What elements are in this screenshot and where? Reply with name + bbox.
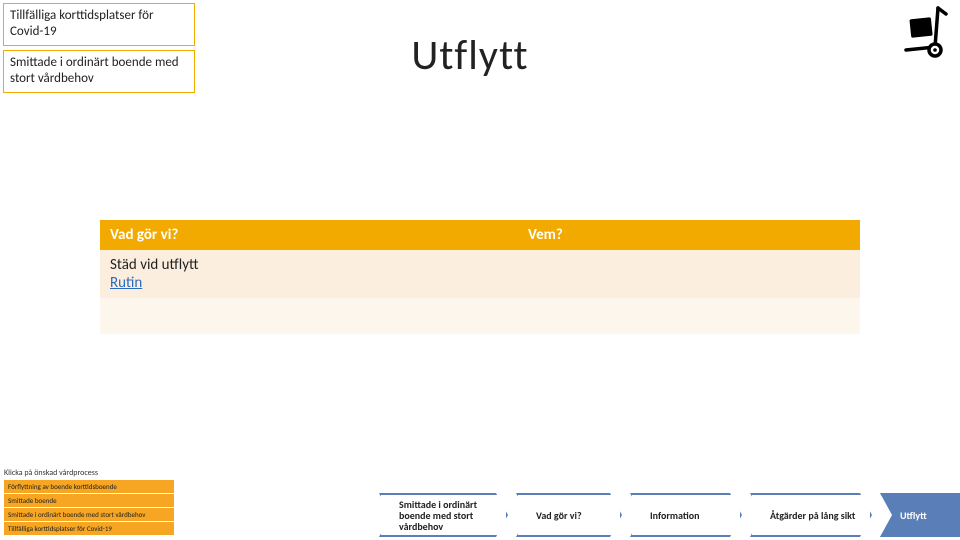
table-row: Städ vid utflytt Rutin	[100, 250, 860, 298]
table-cell-what: Städ vid utflytt Rutin	[100, 250, 518, 298]
legend-item[interactable]: Tillfälliga korttidsplatser för Covid-19	[4, 522, 174, 535]
legend-item[interactable]: Förflyttning av boende korttidsboende	[4, 480, 174, 493]
topbox-covid-shortstay: Tillfälliga korttidsplatser för Covid-19	[3, 3, 195, 46]
table-header-what: Vad gör vi?	[100, 220, 518, 250]
table-header-who: Vem?	[518, 220, 860, 250]
process-legend: Klicka på önskad vårdprocess Förflyttnin…	[4, 468, 174, 536]
page-title: Utflytt	[300, 30, 640, 81]
step-information[interactable]: Information	[630, 493, 742, 537]
hand-truck-icon	[898, 4, 954, 60]
table-row	[100, 298, 860, 334]
table-cell-who	[518, 298, 860, 334]
process-steps: Smittade i ordinärt boende med stort vår…	[379, 493, 960, 537]
step-long-term[interactable]: Åtgärder på lång sikt	[750, 493, 872, 537]
step-infected-ordinary[interactable]: Smittade i ordinärt boende med stort vår…	[379, 493, 508, 537]
step-utflytt[interactable]: Utflytt	[880, 493, 960, 537]
table-cell-who	[518, 250, 860, 298]
legend-item[interactable]: Smittade boende	[4, 494, 174, 507]
cell-text: Städ vid utflytt	[110, 256, 199, 274]
topbox-infected-ordinary: Smittade i ordinärt boende med stort vår…	[3, 50, 195, 93]
routine-link[interactable]: Rutin	[110, 274, 142, 292]
actions-table: Vad gör vi? Vem? Städ vid utflytt Rutin	[100, 220, 860, 334]
legend-item[interactable]: Smittade i ordinärt boende med stort vår…	[4, 508, 174, 521]
table-cell-what	[100, 298, 518, 334]
step-what-do-we-do[interactable]: Vad gör vi?	[516, 493, 622, 537]
legend-header: Klicka på önskad vårdprocess	[4, 468, 174, 478]
